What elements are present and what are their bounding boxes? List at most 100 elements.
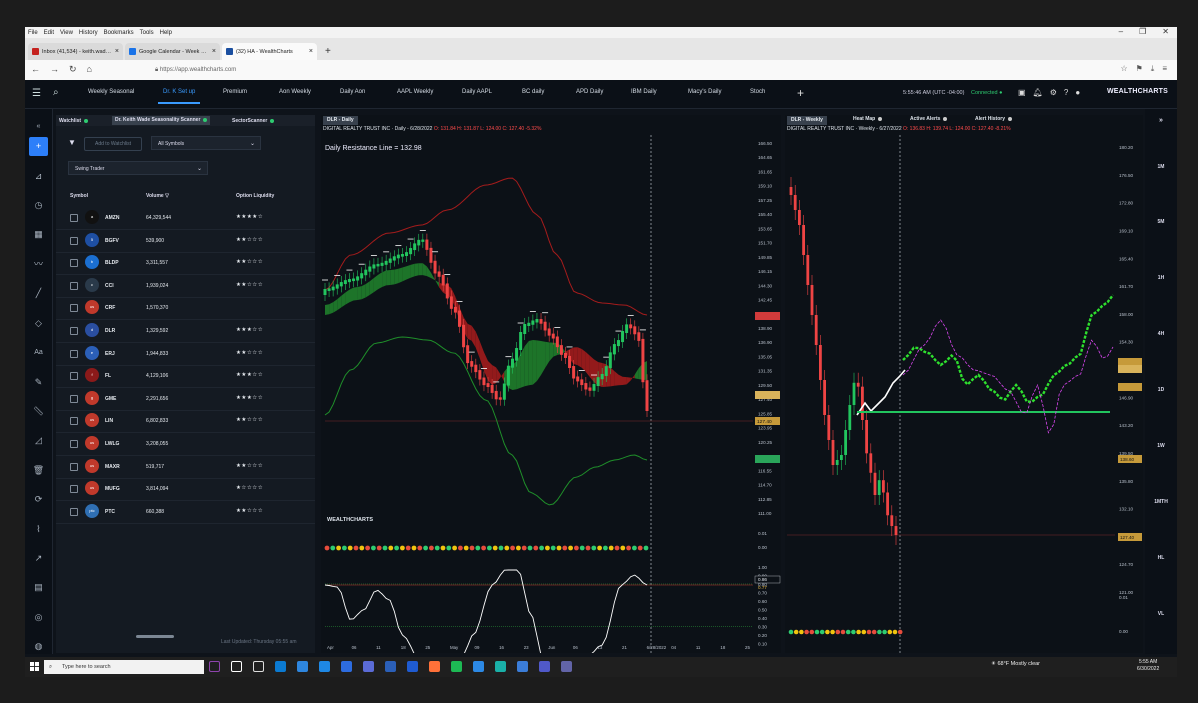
add-layout-icon[interactable]: + <box>797 86 804 100</box>
taskbar-app-icon[interactable] <box>451 661 462 672</box>
table-row[interactable]: us LWLG 3,208,055 <box>56 433 315 456</box>
ruler-icon[interactable]: 📏︎ <box>29 402 48 421</box>
table-row[interactable]: f FL 4,129,106 ★★★☆☆ <box>56 365 315 389</box>
target-icon[interactable]: ◎ <box>29 608 48 627</box>
chart-type-icon[interactable]: ⊿ <box>29 167 48 186</box>
taskbar-app-icon[interactable] <box>297 661 308 672</box>
row-checkbox[interactable] <box>70 417 78 426</box>
help-icon[interactable]: ? <box>1064 88 1068 97</box>
row-symbol[interactable]: DLR <box>105 328 115 334</box>
symbols-select[interactable]: All Symbols ⌄ <box>151 136 261 150</box>
tab-heat-map[interactable]: Heat Map <box>853 116 883 122</box>
tab-seasonality-scanner[interactable]: Dr. Keith Wade Seasonality Scanner <box>112 116 211 125</box>
back-icon[interactable]: ← <box>31 64 40 75</box>
row-checkbox[interactable] <box>70 485 78 494</box>
taskbar-clock[interactable]: 5:55 AM 6/30/2022 <box>1137 659 1159 673</box>
timeframe-1w[interactable]: 1W <box>1145 443 1177 449</box>
row-symbol[interactable]: BLDP <box>105 260 119 266</box>
collapse-right-icon[interactable]: » <box>1145 117 1177 124</box>
weekly-chart-canvas[interactable]: 180.20 176.50 172.80 169.10 165.40 161.70 158.… <box>785 115 1143 653</box>
taskbar-app-icon[interactable] <box>341 661 352 672</box>
calendar-icon[interactable]: ▦ <box>29 225 48 244</box>
layout-tab-0[interactable]: Weekly Seasonal <box>88 89 134 95</box>
downloads-icon[interactable]: ⤓ <box>1151 64 1155 74</box>
row-symbol[interactable]: LWLG <box>105 441 119 447</box>
close-icon[interactable]: ✕ <box>1162 27 1169 36</box>
pencil-icon[interactable]: ✎ <box>29 373 48 392</box>
timeframe-hl[interactable]: HL <box>1145 555 1177 561</box>
row-symbol[interactable]: CRF <box>105 305 115 311</box>
layout-tab-1[interactable]: Dr. K Set up <box>157 89 201 104</box>
taskbar-app-icon[interactable] <box>319 661 330 672</box>
save-icon[interactable]: ▣ <box>1018 88 1026 97</box>
daily-chart-tab[interactable]: DLR - Daily <box>323 116 358 125</box>
row-symbol[interactable]: LIN <box>105 418 113 424</box>
tab-close-icon[interactable]: × <box>115 48 119 55</box>
add-to-watchlist-button[interactable]: Add to Watchlist <box>84 137 142 151</box>
weekly-chart-panel[interactable]: 180.20 176.50 172.80 169.10 165.40 161.70 158.… <box>785 115 1143 653</box>
timeframe-vl[interactable]: VL <box>1145 611 1177 617</box>
menu-item-edit[interactable]: Edit <box>44 30 54 36</box>
menu-item-help[interactable]: Help <box>160 30 172 36</box>
row-symbol[interactable]: AMZN <box>105 215 119 221</box>
row-symbol[interactable]: PTC <box>105 509 115 515</box>
trend-line-icon[interactable]: 〰 <box>29 255 48 274</box>
trash-icon[interactable]: 🗑︎ <box>29 461 48 480</box>
collapse-left-icon[interactable]: « <box>29 117 48 136</box>
weekly-chart-tab[interactable]: DLR - Weekly <box>787 116 827 125</box>
table-row[interactable]: us LIN 6,802,833 ★★☆☆☆ <box>56 410 315 434</box>
row-checkbox[interactable] <box>70 259 78 268</box>
table-row[interactable]: d DLR 1,329,592 ★★★☆☆ <box>56 320 315 343</box>
row-checkbox[interactable] <box>70 394 78 403</box>
taskbar-app-icon[interactable] <box>253 661 264 672</box>
minimize-icon[interactable]: – <box>1119 27 1123 36</box>
horizontal-scrollbar[interactable] <box>136 635 174 638</box>
daily-chart-canvas[interactable]: 166.50 164.65 161.65 159.10 157.25 155.40 153.… <box>321 115 781 653</box>
taskbar-search-input[interactable]: ⌕ Type here to search <box>44 660 204 674</box>
maximize-icon[interactable]: ❐ <box>1139 27 1146 36</box>
globe-icon[interactable]: ◍ <box>29 637 48 656</box>
row-symbol[interactable]: CCI <box>105 283 114 289</box>
new-tab-icon[interactable]: + <box>325 43 331 60</box>
library-icon[interactable]: ≡ <box>1162 64 1167 74</box>
table-row[interactable]: e ERJ 1,944,833 ★★☆☆☆ <box>56 343 315 366</box>
layout-tab-8[interactable]: APD Daily <box>576 89 603 95</box>
layout-tab-2[interactable]: Premium <box>223 89 247 95</box>
column-header-volume[interactable]: Volume ▽ <box>146 193 169 199</box>
row-symbol[interactable]: MUFG <box>105 486 120 492</box>
row-checkbox[interactable] <box>70 327 78 335</box>
row-checkbox[interactable] <box>70 507 78 516</box>
timeframe-1m[interactable]: 1M <box>1145 164 1177 170</box>
row-checkbox[interactable] <box>70 440 78 448</box>
timeframe-1h[interactable]: 1H <box>1145 275 1177 281</box>
address-input[interactable]: 🔒︎ https://app.wealthcharts.com <box>155 64 1025 76</box>
layout-tab-11[interactable]: Stoch <box>750 89 765 95</box>
browser-tab[interactable]: Google Calendar - Week of Jun × <box>125 43 220 60</box>
clock-tool-icon[interactable]: ◷ <box>29 196 48 215</box>
table-row[interactable]: ptc PTC 660,388 ★★☆☆☆ <box>56 501 315 524</box>
extensions-icon[interactable]: ⚑ <box>1136 64 1143 74</box>
taskbar-app-icon[interactable] <box>473 661 484 672</box>
tab-close-icon[interactable]: × <box>212 48 216 55</box>
weather-tray[interactable]: ☀︎ 68°F Mostly clear <box>991 661 1040 667</box>
taskbar-app-icon[interactable] <box>385 661 396 672</box>
tab-watchlist[interactable]: Watchlist <box>59 118 89 124</box>
bell-icon[interactable]: 🔔︎ <box>1033 88 1043 97</box>
table-row[interactable]: c CCI 1,939,024 ★★☆☆☆ <box>56 275 315 298</box>
menu-item-tools[interactable]: Tools <box>140 30 154 36</box>
layout-tab-3[interactable]: Aon Weekly <box>279 89 311 95</box>
measure-icon[interactable]: ◿ <box>29 431 48 450</box>
user-avatar-icon[interactable]: ● <box>1075 88 1080 97</box>
windows-start-icon[interactable] <box>30 662 39 671</box>
layout-tab-6[interactable]: Daily AAPL <box>462 89 492 95</box>
taskbar-app-icon[interactable] <box>275 661 286 672</box>
hamburger-menu-icon[interactable]: ☰ <box>32 88 41 99</box>
table-row[interactable]: g GME 2,291,656 ★★★☆☆ <box>56 388 315 411</box>
reload-icon[interactable]: ↻ <box>69 64 77 75</box>
add-tool-icon[interactable]: + <box>29 137 48 156</box>
menu-item-bookmarks[interactable]: Bookmarks <box>104 30 134 36</box>
table-row[interactable]: a AMZN 64,329,544 ★★★★☆ <box>56 207 315 230</box>
table-row[interactable]: 5 BGFV 539,900 ★★☆☆☆ <box>56 230 315 253</box>
taskbar-app-icon[interactable] <box>495 661 506 672</box>
row-checkbox[interactable] <box>70 462 78 471</box>
